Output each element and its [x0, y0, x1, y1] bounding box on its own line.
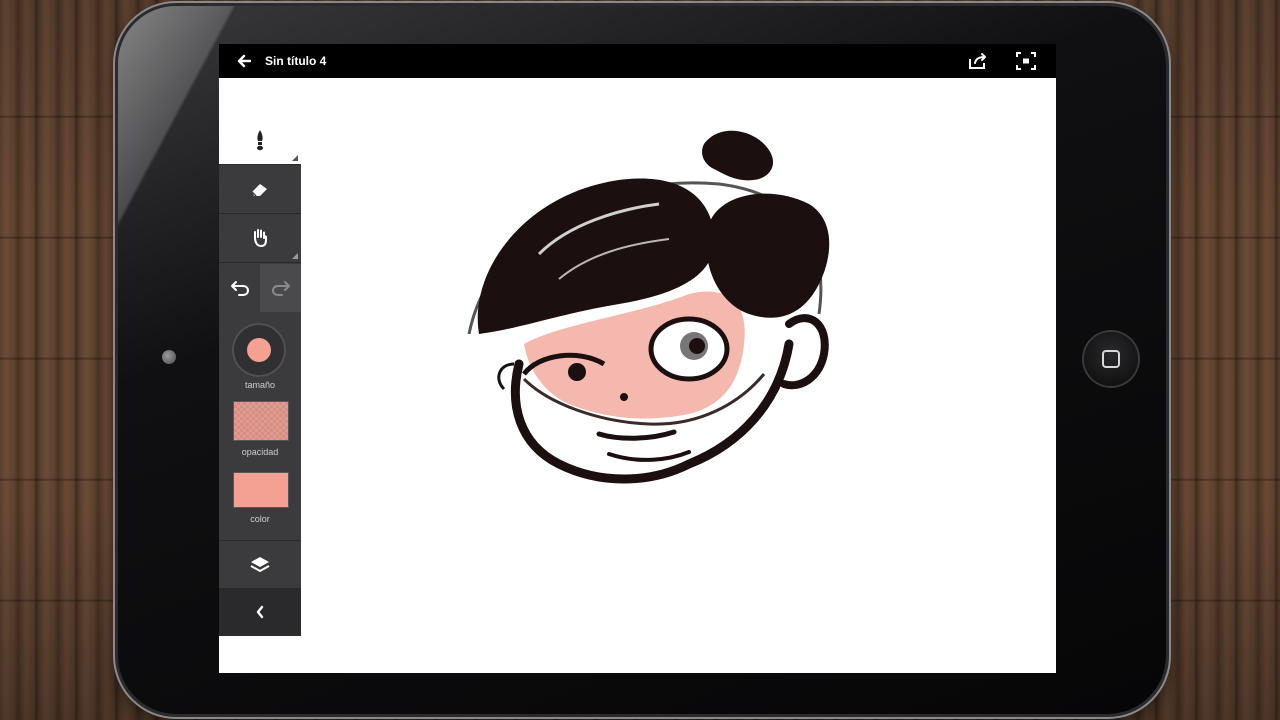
document-title: Sin título 4 [265, 54, 327, 68]
back-button[interactable] [229, 44, 259, 78]
top-actions [960, 44, 1056, 78]
opacity-control[interactable] [233, 401, 289, 441]
fullscreen-icon [1016, 52, 1036, 70]
submenu-corner-indicator [292, 253, 298, 259]
camera-lens [162, 350, 176, 364]
fullscreen-button[interactable] [1008, 44, 1044, 78]
share-button[interactable] [960, 44, 996, 78]
opacity-label: opacidad [241, 447, 279, 457]
redo-icon [271, 281, 290, 296]
layers-button[interactable] [219, 540, 301, 589]
undo-button[interactable] [219, 264, 260, 312]
eraser-icon [251, 184, 267, 197]
redo-button[interactable] [260, 264, 301, 312]
home-button[interactable] [1084, 332, 1138, 386]
color-label: color [250, 514, 270, 524]
layers-icon [250, 557, 270, 573]
share-icon [969, 53, 986, 69]
chin [607, 450, 691, 462]
brush-icon [257, 130, 263, 151]
app-screen: Sin título 4 tamaño opacidad color [219, 44, 1056, 673]
mouth [596, 429, 677, 441]
brush-size-preview [247, 338, 271, 362]
top-bar: Sin título 4 [219, 44, 1056, 78]
hand-tool[interactable] [219, 214, 301, 263]
eye-right-pupil [689, 338, 705, 354]
eraser-tool[interactable] [219, 165, 301, 214]
drawing-canvas[interactable] [219, 44, 1056, 673]
nose [620, 393, 628, 401]
size-label: tamaño [244, 380, 276, 390]
undo-redo-row [219, 264, 301, 312]
collapse-panel-button[interactable] [219, 588, 301, 636]
hair-top-tuft [702, 130, 774, 181]
home-square-icon [1102, 350, 1120, 368]
brush-size-control[interactable] [232, 323, 286, 377]
color-picker[interactable] [233, 472, 289, 508]
back-arrow-icon [237, 54, 251, 68]
eye-left-pupil [568, 363, 586, 381]
tool-panel: tamaño opacidad color [219, 116, 301, 636]
undo-icon [230, 281, 249, 296]
hand-icon [254, 229, 267, 248]
chevron-left-icon [256, 605, 264, 619]
submenu-corner-indicator [292, 155, 298, 161]
brush-tool[interactable] [219, 116, 301, 165]
